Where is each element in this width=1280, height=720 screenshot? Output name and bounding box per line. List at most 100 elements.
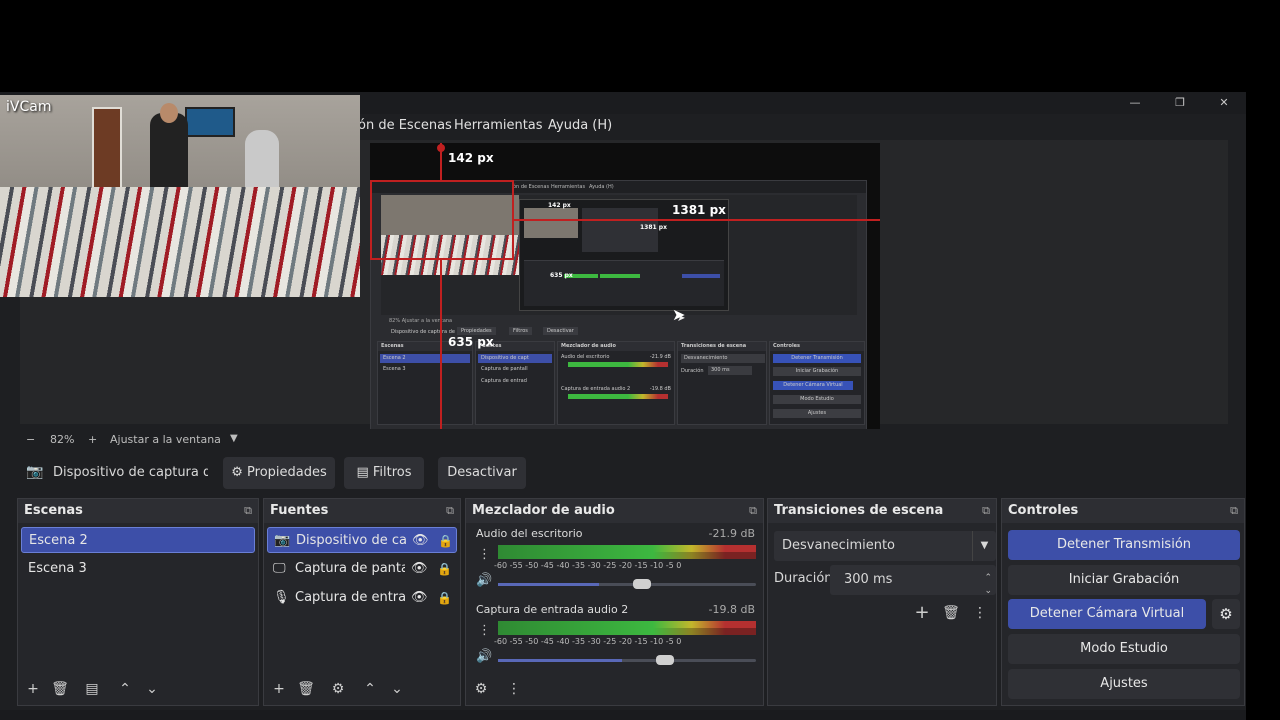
trash-icon[interactable]: 🗑 — [296, 679, 316, 699]
nested-duration-value: 300 ms — [708, 366, 752, 375]
stop-virtual-camera-button[interactable]: Detener Cámara Virtual — [1008, 599, 1206, 629]
float-dock-icon[interactable]: ⧉ — [749, 499, 757, 523]
scene-item[interactable]: Escena 3 — [21, 556, 255, 582]
zoom-dropdown-icon[interactable]: ▼ — [230, 433, 238, 444]
add-icon[interactable]: + — [912, 603, 932, 623]
trash-icon[interactable]: 🗑 — [941, 603, 961, 623]
lock-icon[interactable]: 🔒 — [438, 528, 453, 554]
context-source-name: Dispositivo de captura de v — [53, 465, 208, 480]
nested-measure-right: 1381 px — [640, 224, 667, 231]
nested-audio-name: Audio del escritorio — [561, 354, 610, 360]
float-dock-icon[interactable]: ⧉ — [982, 499, 990, 523]
selected-source-bounds[interactable] — [370, 180, 514, 260]
source-item[interactable]: 🖵 Captura de pantalli 👁 🔒 — [267, 556, 457, 582]
speaker-icon[interactable]: 🔊 — [476, 573, 492, 588]
more-options-icon[interactable]: ⋮ — [478, 547, 491, 562]
nested-measure-bottom: 635 px — [550, 272, 573, 279]
menu-tools[interactable]: Herramientas — [454, 118, 543, 133]
nested-controls: Controles Detener Transmisión Iniciar Gr… — [769, 341, 865, 425]
more-options-icon[interactable]: ⋮ — [478, 623, 491, 638]
volume-slider-knob[interactable] — [633, 579, 651, 589]
more-options-icon[interactable]: ⋮ — [970, 603, 990, 623]
move-up-icon[interactable]: ⌃ — [360, 679, 380, 699]
nested-source-item: Dispositivo de capt — [478, 354, 552, 363]
filters-button[interactable]: ▤ Filtros — [344, 457, 424, 489]
speaker-icon[interactable]: 🔊 — [476, 649, 492, 664]
measure-bottom: 635 px — [448, 335, 494, 349]
deactivate-button[interactable]: Desactivar — [438, 457, 526, 489]
nested-measure-top: 142 px — [548, 202, 571, 209]
zoom-in-button[interactable]: + — [88, 433, 97, 446]
restore-button[interactable]: ❐ — [1165, 94, 1195, 112]
filter-icon[interactable]: ▤ — [82, 679, 102, 699]
visibility-icon[interactable]: 👁 — [411, 585, 428, 611]
nested-transitions: Transiciones de escena Desvanecimiento D… — [677, 341, 767, 425]
move-down-icon[interactable]: ⌄ — [387, 679, 407, 699]
gear-icon[interactable]: ⚙ — [328, 679, 348, 699]
transition-select[interactable]: Desvanecimiento ▼ — [774, 531, 996, 561]
float-dock-icon[interactable]: ⧉ — [244, 499, 252, 523]
add-icon[interactable]: + — [23, 679, 43, 699]
volume-slider-knob[interactable] — [656, 655, 674, 665]
add-icon[interactable]: + — [269, 679, 289, 699]
nested-ctrl-btn: Modo Estudio — [773, 395, 861, 404]
zoom-fit-label[interactable]: Ajustar a la ventana — [110, 433, 221, 446]
webcam-label: iVCam — [6, 99, 52, 115]
virtual-camera-settings-button[interactable]: ⚙ — [1212, 599, 1240, 629]
lock-icon[interactable]: 🔒 — [437, 585, 452, 611]
menu-scene-collection[interactable]: ón de Escenas — [358, 118, 452, 133]
context-bar: 📷 Dispositivo de captura de v ⚙ Propieda… — [20, 456, 1240, 492]
volume-slider[interactable] — [498, 655, 756, 665]
visibility-icon[interactable]: 👁 — [411, 556, 428, 582]
nested-scene-item: Escena 3 — [383, 366, 406, 372]
zoom-out-button[interactable]: − — [26, 433, 35, 446]
trash-icon[interactable]: 🗑 — [50, 679, 70, 699]
transitions-header: Transiciones de escena ⧉ — [768, 499, 996, 523]
nested-docks: Escenas Escena 2 Escena 3 Fuentes Dispos… — [377, 341, 865, 425]
channel-db: -19.8 dB — [708, 603, 756, 616]
webcam-tv — [185, 107, 235, 137]
more-options-icon[interactable]: ⋮ — [504, 679, 524, 699]
filters-label: Filtros — [372, 465, 412, 480]
audio-mixer-dock: Mezclador de audio ⧉ Audio del escritori… — [465, 498, 764, 706]
advanced-audio-icon[interactable]: ⚙ — [471, 679, 491, 699]
webcam-person-2 — [245, 130, 279, 190]
nested-ctrl-btn: Detener Transmisión — [773, 354, 861, 363]
source-item[interactable]: 🎙 Captura de entrad: 👁 🔒 — [267, 585, 457, 611]
controls-title: Controles — [1008, 503, 1079, 518]
visibility-icon[interactable]: 👁 — [412, 528, 429, 554]
properties-label: Propiedades — [247, 465, 327, 480]
nested-ctrl-btn: Detener Cámara Virtual — [773, 381, 853, 390]
duration-input[interactable]: 300 ms ⌃ ⌄ — [830, 565, 996, 596]
nested-ctx-props: Propiedades — [457, 327, 496, 335]
nested-audio-name: Captura de entrada audio 2 — [561, 386, 631, 392]
gear-icon: ⚙ — [1219, 605, 1233, 623]
move-down-icon[interactable]: ⌄ — [142, 679, 162, 699]
float-dock-icon[interactable]: ⧉ — [446, 499, 454, 523]
close-button[interactable]: ✕ — [1209, 94, 1239, 112]
spin-down-icon[interactable]: ⌄ — [984, 576, 992, 606]
float-dock-icon[interactable]: ⧉ — [1230, 499, 1238, 523]
transitions-title: Transiciones de escena — [774, 503, 944, 518]
nested-audio-db: -19.8 dB — [649, 386, 671, 392]
settings-button[interactable]: Ajustes — [1008, 669, 1240, 699]
lock-icon[interactable]: 🔒 — [437, 556, 452, 582]
volume-slider[interactable] — [498, 579, 756, 589]
studio-mode-button[interactable]: Modo Estudio — [1008, 634, 1240, 664]
webcam-bed — [0, 187, 360, 297]
scene-item[interactable]: Escena 2 — [21, 527, 255, 553]
nested-menu-item: ón de Escenas — [513, 184, 550, 190]
scenes-header: Escenas ⧉ — [18, 499, 258, 523]
properties-button[interactable]: ⚙ Propiedades — [223, 457, 335, 489]
move-up-icon[interactable]: ⌃ — [115, 679, 135, 699]
preview-canvas[interactable]: ón de Escenas Herramientas Ayuda (H) 142… — [370, 143, 880, 429]
source-item[interactable]: 📷 Dispositivo de capt 👁 🔒 — [267, 527, 457, 553]
sources-header: Fuentes ⧉ — [264, 499, 460, 523]
source-label: Dispositivo de capt — [296, 533, 406, 548]
stop-stream-button[interactable]: Detener Transmisión — [1008, 530, 1240, 560]
minimize-button[interactable]: — — [1120, 94, 1150, 112]
monitor-icon: 🖵 — [273, 561, 286, 576]
guide-handle[interactable] — [437, 144, 445, 152]
start-recording-button[interactable]: Iniciar Grabación — [1008, 565, 1240, 595]
menu-help[interactable]: Ayuda (H) — [548, 118, 612, 133]
